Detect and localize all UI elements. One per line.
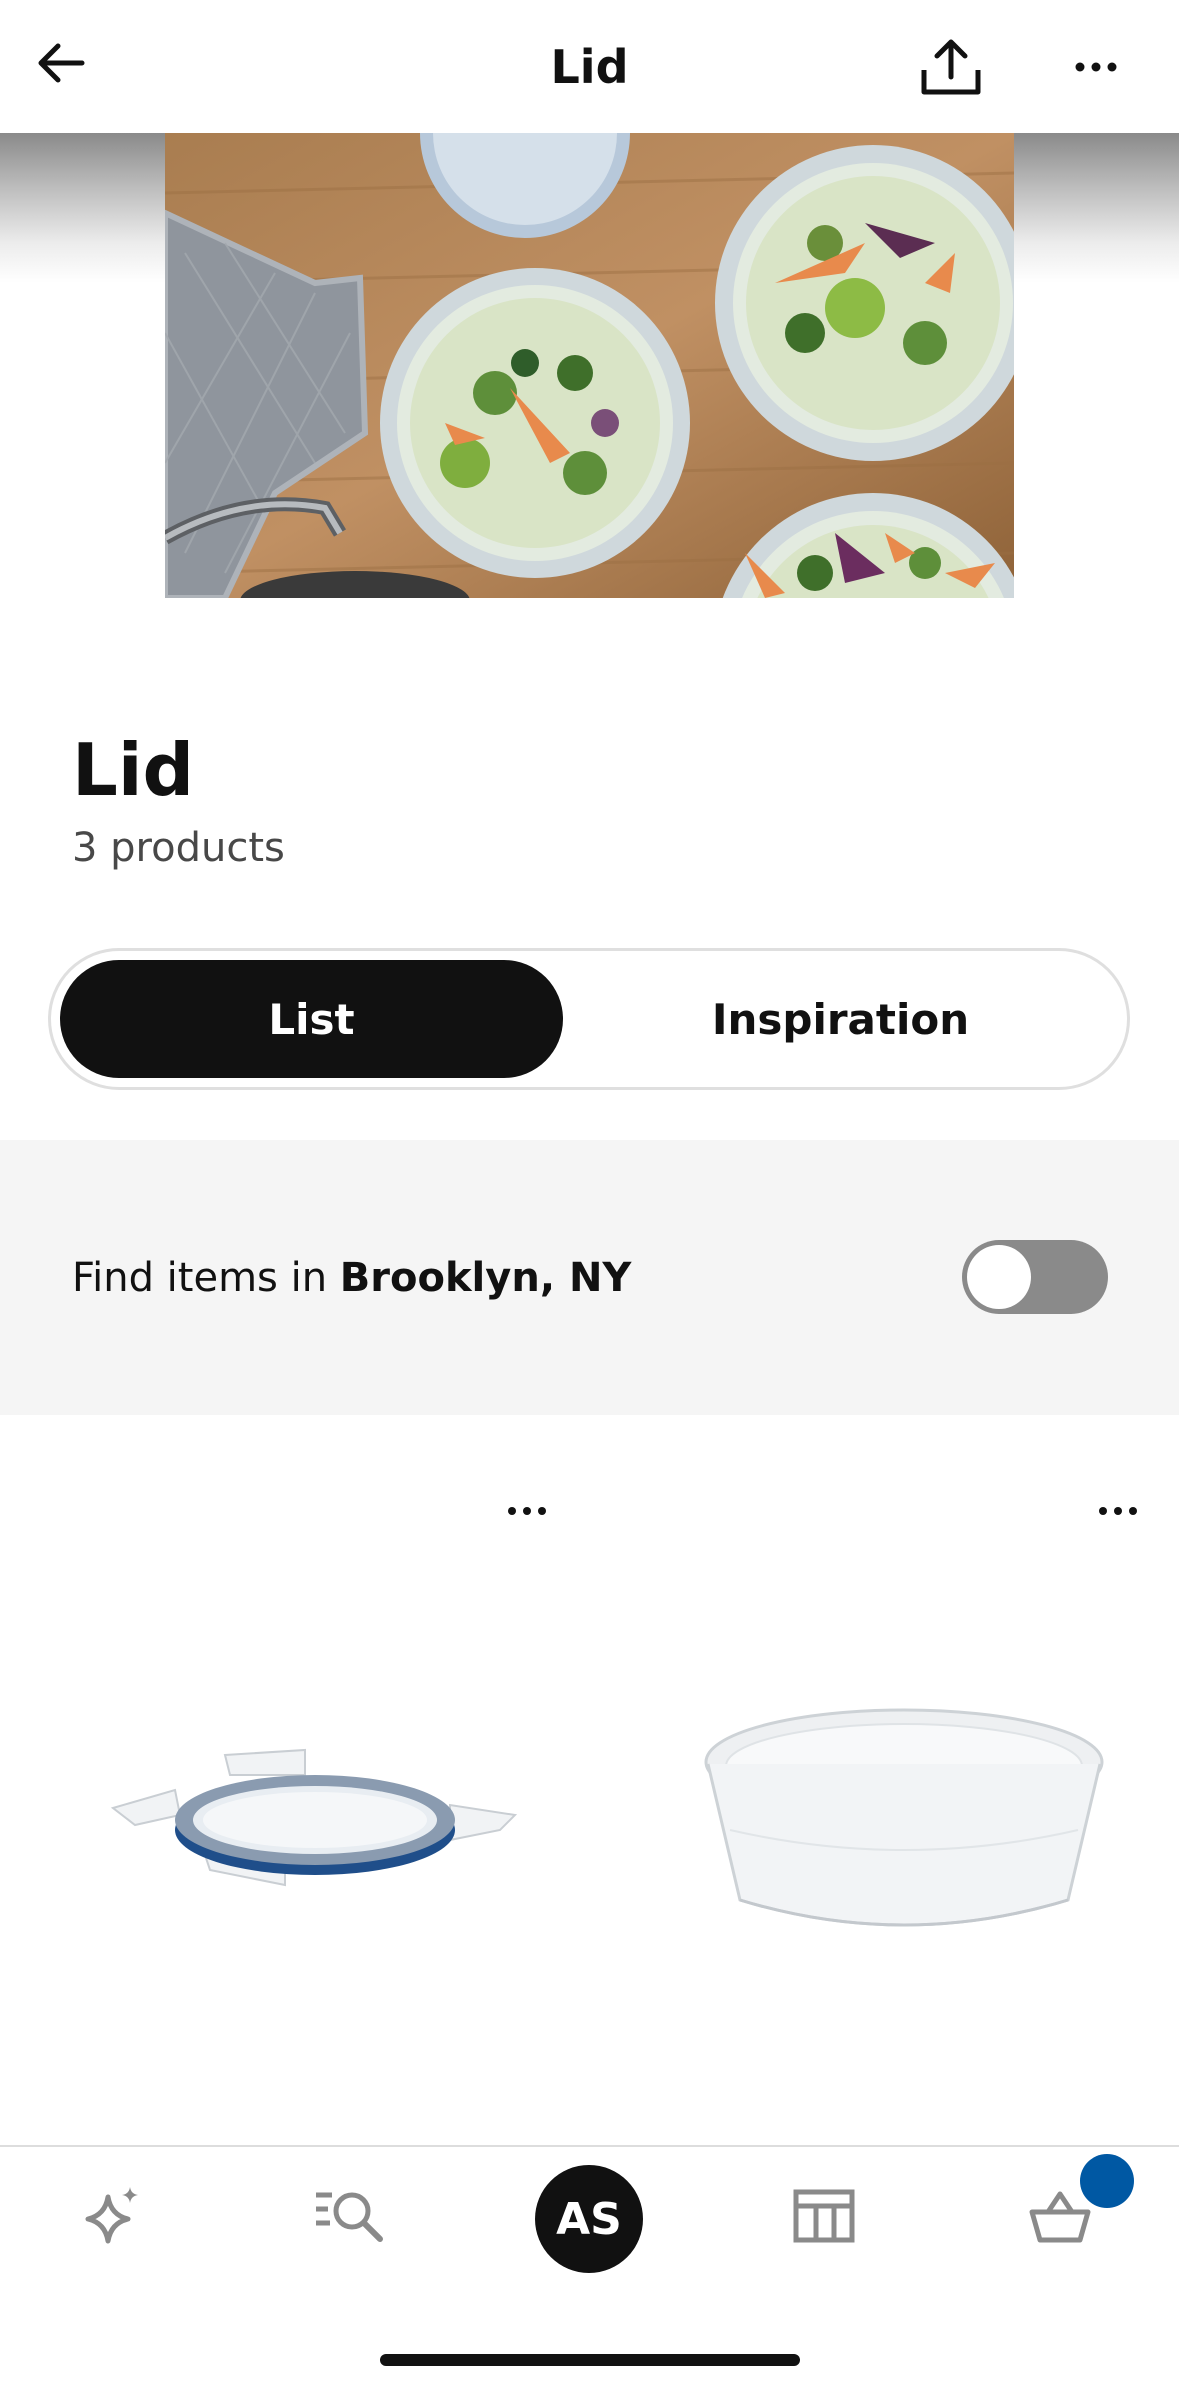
more-icon — [1099, 1507, 1137, 1515]
nav-inspiration[interactable] — [56, 2155, 176, 2275]
store-icon — [793, 2189, 855, 2243]
hero-image — [165, 133, 1014, 598]
page-title: Lid — [72, 728, 195, 812]
cart-badge — [1080, 2154, 1134, 2208]
product-image-lid[interactable] — [105, 1720, 525, 1900]
nav-stores[interactable] — [764, 2155, 884, 2275]
search-icon — [316, 2192, 383, 2242]
product-image-container[interactable] — [700, 1700, 1108, 1940]
more-icon — [1075, 62, 1117, 72]
product-count: 3 products — [72, 825, 285, 871]
share-button[interactable] — [912, 28, 990, 106]
home-indicator[interactable] — [380, 2354, 800, 2366]
tab-list[interactable]: List — [60, 960, 563, 1078]
nav-search[interactable] — [290, 2155, 410, 2275]
sparkle-icon — [85, 2187, 138, 2244]
product-more-button[interactable] — [1083, 1486, 1153, 1536]
store-filter-prefix: Find items in — [72, 1255, 340, 1301]
top-app-bar: Lid — [0, 0, 1179, 133]
store-filter-label: Find items in Brooklyn, NY — [72, 1250, 631, 1306]
store-location: Brooklyn, NY — [339, 1255, 632, 1301]
store-toggle-switch[interactable] — [962, 1240, 1108, 1314]
more-icon — [508, 1507, 546, 1515]
nav-title: Lid — [550, 40, 629, 94]
share-icon — [921, 39, 981, 95]
more-options-button[interactable] — [1060, 28, 1132, 106]
nav-profile-avatar[interactable]: AS — [535, 2165, 643, 2273]
tab-inspiration[interactable]: Inspiration — [563, 960, 1118, 1078]
product-more-button[interactable] — [492, 1486, 562, 1536]
switch-knob — [967, 1245, 1031, 1309]
basket-icon — [1029, 2191, 1091, 2243]
